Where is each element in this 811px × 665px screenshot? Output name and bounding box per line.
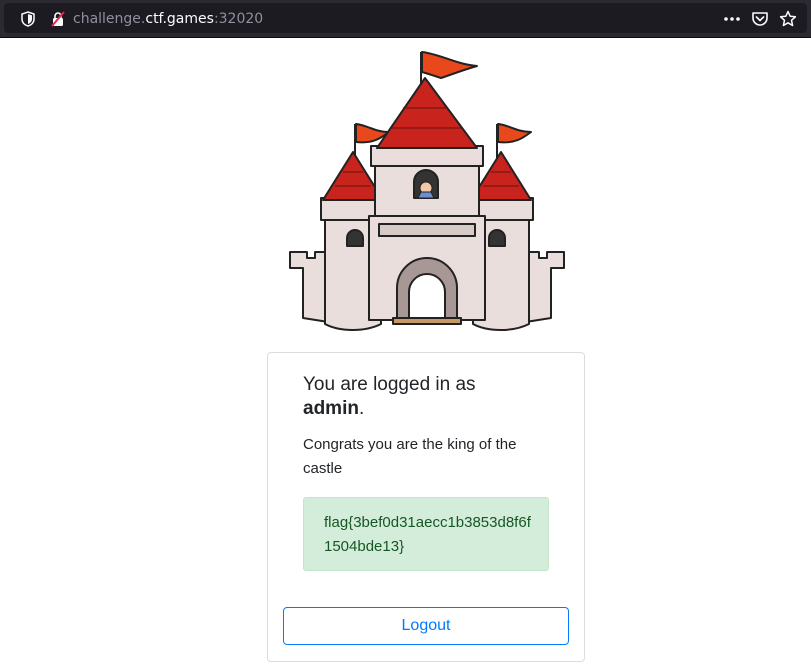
more-actions-icon[interactable] (723, 10, 741, 28)
url-text[interactable]: challenge.ctf.games:32020 (73, 9, 263, 29)
insecure-lock-icon[interactable] (50, 11, 66, 27)
username: admin (303, 398, 359, 419)
castle-image (289, 51, 565, 331)
pocket-icon[interactable] (751, 10, 769, 28)
page-title: You are logged in as admin. (303, 374, 476, 419)
logout-button[interactable]: Logout (283, 607, 569, 645)
shield-icon[interactable] (20, 11, 36, 27)
flag-text: flag{3bef0d31aecc1b3853d8f6f1504bde13} (324, 514, 531, 555)
login-status-card: You are logged in as admin. Congrats you … (267, 352, 585, 662)
congrats-message: Congrats you are the king of the castle (303, 436, 517, 477)
flag-alert: flag{3bef0d31aecc1b3853d8f6f1504bde13} (303, 497, 549, 571)
bookmark-star-icon[interactable] (779, 10, 797, 28)
browser-toolbar: challenge.ctf.games:32020 (0, 0, 811, 38)
url-field[interactable]: challenge.ctf.games:32020 (4, 3, 807, 33)
